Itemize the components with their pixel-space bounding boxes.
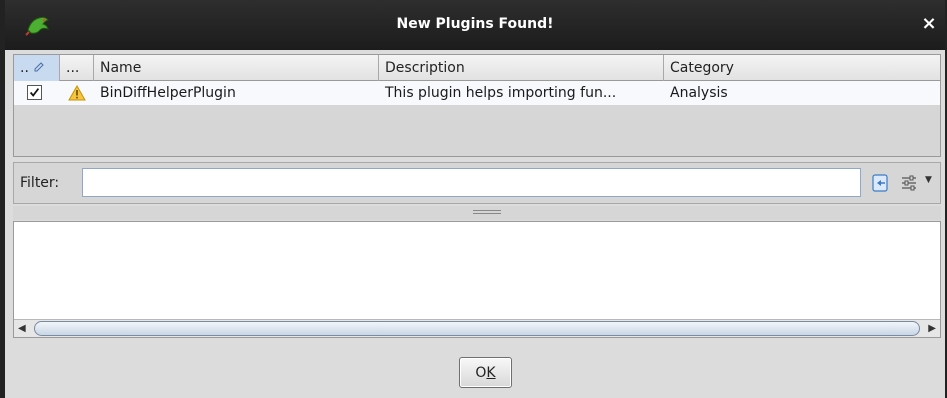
dialog-title: New Plugins Found! (396, 16, 554, 32)
warning-icon (68, 85, 86, 101)
scroll-left-icon[interactable]: ◀ (18, 323, 26, 334)
scrollbar-thumb[interactable] (34, 321, 920, 336)
plugins-dialog: New Plugins Found! × .. ... Name Descrip… (0, 0, 947, 398)
table-row[interactable]: BinDiffHelperPlugin This plugin helps im… (14, 81, 940, 105)
filter-label: Filter: (20, 175, 60, 191)
plugin-category: Analysis (670, 85, 728, 101)
ok-button[interactable]: OK (459, 357, 512, 388)
filter-input[interactable] (82, 168, 861, 197)
filter-options-icon[interactable] (872, 173, 890, 193)
table-header: .. ... Name Description Category (14, 55, 940, 81)
filter-settings-icon[interactable] (900, 174, 918, 192)
split-pane-divider[interactable] (13, 206, 941, 220)
plugins-table: .. ... Name Description Category BinDiff… (13, 54, 941, 157)
horizontal-scrollbar[interactable]: ◀ ▶ (14, 319, 940, 337)
edit-icon (34, 62, 45, 72)
splitter-grip-icon[interactable] (473, 210, 501, 214)
plugin-description: This plugin helps importing fun... (385, 85, 617, 101)
column-header-status[interactable]: ... (60, 55, 94, 81)
chevron-down-icon[interactable]: ▼ (925, 175, 932, 185)
plugin-details-panel: ◀ ▶ (13, 221, 941, 338)
column-header-description[interactable]: Description (379, 55, 664, 81)
plugin-checkbox[interactable] (27, 85, 42, 100)
close-icon[interactable]: × (919, 14, 939, 34)
plugin-name: BinDiffHelperPlugin (100, 85, 236, 101)
filter-bar: Filter: ▼ (13, 162, 941, 204)
title-bar: New Plugins Found! × (5, 0, 945, 50)
column-header-name[interactable]: Name (94, 55, 379, 81)
column-header-category[interactable]: Category (664, 55, 940, 81)
column-header-check[interactable]: .. (14, 55, 60, 81)
scroll-right-icon[interactable]: ▶ (928, 323, 936, 334)
